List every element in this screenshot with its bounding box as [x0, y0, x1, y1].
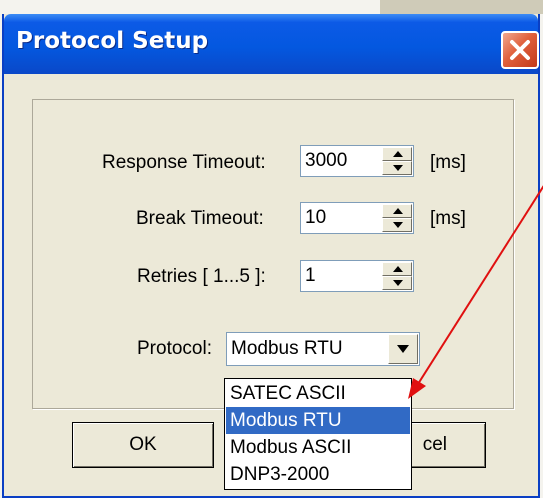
arrow-shaft — [417, 185, 543, 385]
annotation-arrow — [408, 185, 543, 399]
arrow-head — [408, 378, 426, 399]
